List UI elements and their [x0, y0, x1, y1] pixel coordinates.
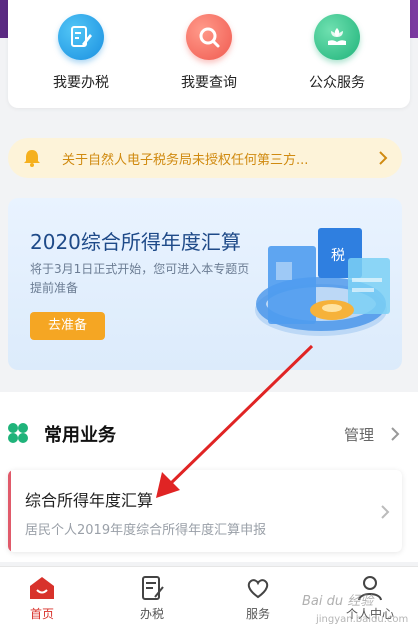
clover-icon	[8, 423, 28, 443]
accent-bar	[8, 470, 11, 552]
service-query-button[interactable]: 我要查询	[154, 14, 264, 92]
annual-settlement-promo[interactable]: 2020综合所得年度汇算 将于3月1日正式开始，您可进入本专题页提前准备 去准备…	[8, 198, 402, 370]
illustration-tax-label: 税	[331, 248, 345, 264]
tab-home[interactable]: 首页	[2, 575, 82, 622]
chevron-right-icon	[379, 151, 388, 165]
service-file-tax-button[interactable]: 我要办税	[26, 14, 136, 92]
service-label: 我要办税	[53, 75, 109, 91]
promo-description: 将于3月1日正式开始，您可进入本专题页提前准备	[30, 262, 250, 295]
promo-title: 2020综合所得年度汇算	[30, 230, 241, 254]
heart-hands-icon	[247, 579, 269, 599]
tab-tax[interactable]: 办税	[112, 575, 192, 622]
tab-label: 服务	[245, 607, 270, 621]
pen-document-icon	[58, 14, 104, 60]
tab-label: 办税	[139, 607, 164, 621]
tab-service[interactable]: 服务	[218, 575, 298, 622]
bell-icon	[24, 150, 40, 167]
hand-flower-icon	[314, 14, 360, 60]
tax-form-icon	[142, 576, 164, 600]
tab-label: 首页	[29, 607, 54, 621]
notice-banner[interactable]: 关于自然人电子税务局未授权任何第三方...	[8, 138, 402, 178]
business-subtitle: 居民个人2019年度综合所得年度汇算申报	[25, 523, 267, 538]
chevron-right-icon	[381, 505, 390, 519]
manage-link[interactable]: 管理	[344, 424, 374, 445]
business-title: 综合所得年度汇算	[25, 491, 154, 510]
magnifier-icon	[186, 14, 232, 60]
notice-text: 关于自然人电子税务局未授权任何第三方...	[62, 153, 309, 168]
watermark-text: Bai du 经验	[302, 594, 374, 609]
quick-services-card: 我要办税 我要查询 公众服务	[8, 0, 410, 108]
watermark-url: jingyan.baidu.com	[316, 614, 409, 625]
section-title: 常用业务	[44, 425, 116, 446]
business-item-annual-settlement[interactable]: 综合所得年度汇算 居民个人2019年度综合所得年度汇算申报	[8, 470, 402, 552]
service-label: 我要查询	[181, 75, 237, 91]
tax-illustration-icon: 税	[255, 228, 390, 336]
home-icon	[30, 577, 54, 599]
service-label: 公众服务	[309, 75, 365, 91]
service-public-button[interactable]: 公众服务	[282, 14, 392, 92]
prepare-button[interactable]: 去准备	[30, 312, 105, 340]
chevron-right-icon[interactable]	[390, 426, 400, 442]
